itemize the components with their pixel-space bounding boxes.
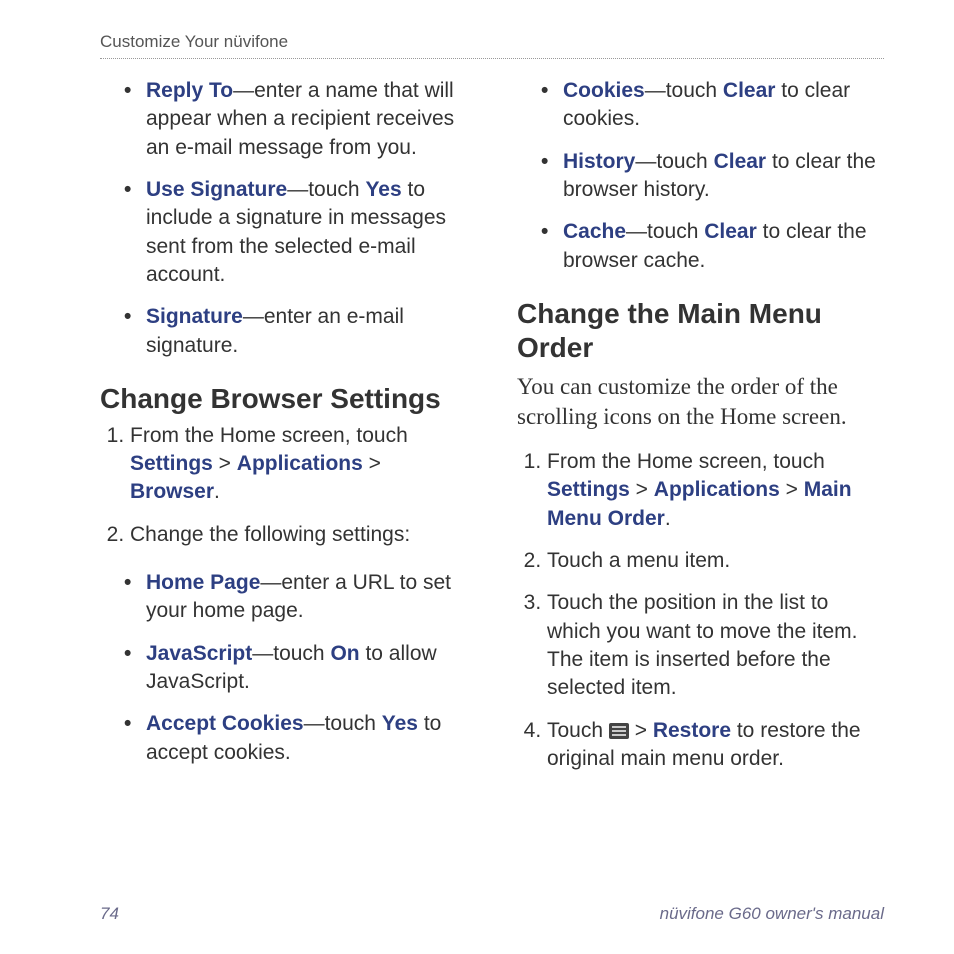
list-item: History—touch Clear to clear the browser… bbox=[563, 148, 884, 205]
setting-term: Home Page bbox=[146, 571, 260, 594]
menu-icon bbox=[609, 723, 629, 739]
nav-term: Settings bbox=[130, 452, 213, 475]
menu-order-steps: From the Home screen, touch Settings > A… bbox=[517, 448, 884, 773]
text: Touch bbox=[547, 719, 609, 742]
browser-clear-list: Cookies—touch Clear to clear cookies. Hi… bbox=[517, 77, 884, 275]
text: —touch bbox=[287, 178, 365, 201]
setting-term: Reply To bbox=[146, 79, 233, 102]
list-item: Use Signature—touch Yes to include a sig… bbox=[146, 176, 467, 289]
step-item: From the Home screen, touch Settings > A… bbox=[547, 448, 884, 533]
inline-term: Clear bbox=[723, 79, 776, 102]
inline-term: Yes bbox=[365, 178, 401, 201]
text: . bbox=[214, 480, 220, 503]
setting-term: Signature bbox=[146, 305, 243, 328]
nav-term: Applications bbox=[654, 478, 780, 501]
text: —touch bbox=[635, 150, 713, 173]
section-heading-menu-order: Change the Main Menu Order bbox=[517, 297, 884, 364]
browser-sub-settings: Home Page—enter a URL to set your home p… bbox=[100, 569, 467, 767]
setting-term: JavaScript bbox=[146, 642, 252, 665]
text: > bbox=[629, 719, 653, 742]
page-footer: 74 nüvifone G60 owner's manual bbox=[100, 904, 884, 924]
setting-term: Cookies bbox=[563, 79, 645, 102]
email-settings-list: Reply To—enter a name that will appear w… bbox=[100, 77, 467, 360]
step-item: Touch > Restore to restore the original … bbox=[547, 717, 884, 774]
list-item: Accept Cookies—touch Yes to accept cooki… bbox=[146, 710, 467, 767]
section-intro: You can customize the order of the scrol… bbox=[517, 372, 884, 432]
text: > bbox=[780, 478, 804, 501]
page-number: 74 bbox=[100, 904, 119, 924]
section-heading-browser: Change Browser Settings bbox=[100, 382, 467, 416]
step-item: Change the following settings: bbox=[130, 521, 467, 549]
text: —touch bbox=[626, 220, 704, 243]
text: > bbox=[213, 452, 237, 475]
left-column: Reply To—enter a name that will appear w… bbox=[100, 77, 467, 793]
nav-term: Browser bbox=[130, 480, 214, 503]
list-item: Home Page—enter a URL to set your home p… bbox=[146, 569, 467, 626]
text: . bbox=[665, 507, 671, 530]
text: —touch bbox=[304, 712, 382, 735]
setting-term: History bbox=[563, 150, 635, 173]
step-item: From the Home screen, touch Settings > A… bbox=[130, 422, 467, 507]
text: From the Home screen, touch bbox=[130, 424, 408, 447]
text: —touch bbox=[252, 642, 330, 665]
page-header: Customize Your nüvifone bbox=[100, 32, 884, 59]
right-column: Cookies—touch Clear to clear cookies. Hi… bbox=[517, 77, 884, 793]
manual-title: nüvifone G60 owner's manual bbox=[660, 904, 884, 924]
inline-term: On bbox=[330, 642, 359, 665]
list-item: Signature—enter an e-mail signature. bbox=[146, 303, 467, 360]
list-item: Cache—touch Clear to clear the browser c… bbox=[563, 218, 884, 275]
text: > bbox=[363, 452, 381, 475]
browser-steps: From the Home screen, touch Settings > A… bbox=[100, 422, 467, 549]
inline-term: Yes bbox=[382, 712, 418, 735]
text: From the Home screen, touch bbox=[547, 450, 825, 473]
setting-term: Use Signature bbox=[146, 178, 287, 201]
list-item: JavaScript—touch On to allow JavaScript. bbox=[146, 640, 467, 697]
manual-page: Customize Your nüvifone Reply To—enter a… bbox=[0, 0, 954, 954]
step-item: Touch the position in the list to which … bbox=[547, 589, 884, 702]
list-item: Cookies—touch Clear to clear cookies. bbox=[563, 77, 884, 134]
list-item: Reply To—enter a name that will appear w… bbox=[146, 77, 467, 162]
two-column-layout: Reply To—enter a name that will appear w… bbox=[100, 77, 884, 793]
nav-term: Settings bbox=[547, 478, 630, 501]
inline-term: Clear bbox=[714, 150, 767, 173]
inline-term: Restore bbox=[653, 719, 731, 742]
step-item: Touch a menu item. bbox=[547, 547, 884, 575]
inline-term: Clear bbox=[704, 220, 757, 243]
setting-term: Accept Cookies bbox=[146, 712, 304, 735]
nav-term: Applications bbox=[237, 452, 363, 475]
setting-term: Cache bbox=[563, 220, 626, 243]
text: —touch bbox=[645, 79, 723, 102]
text: > bbox=[630, 478, 654, 501]
